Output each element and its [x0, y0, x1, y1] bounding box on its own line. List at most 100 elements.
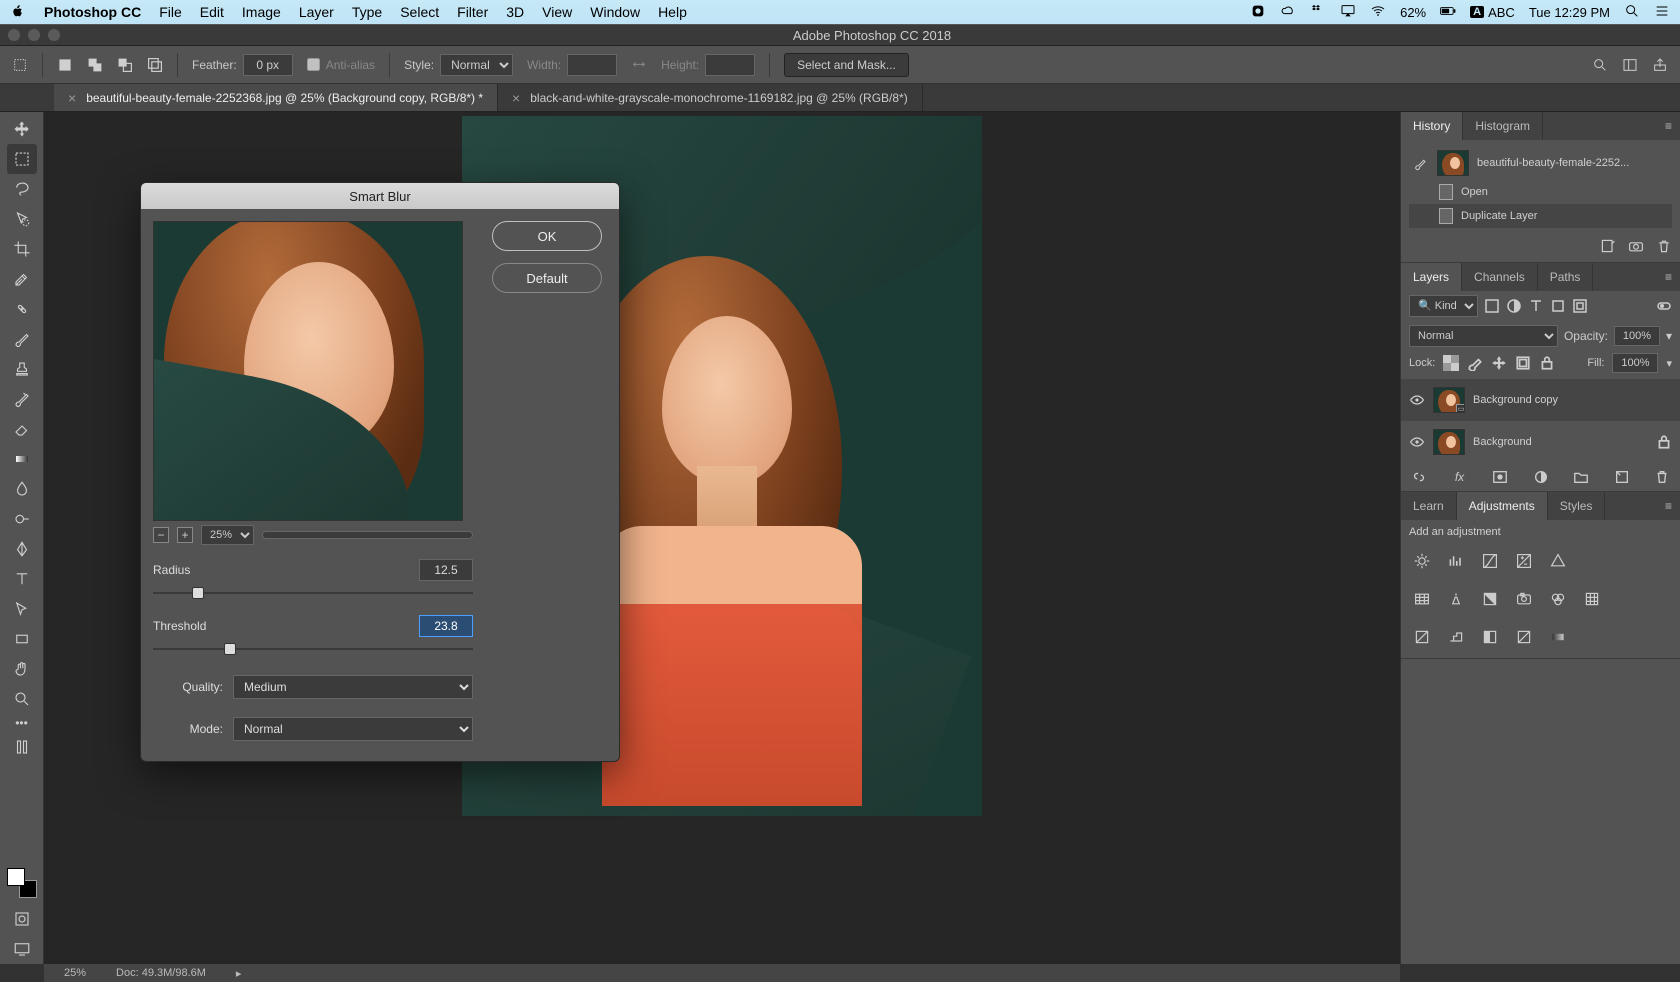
levels-icon[interactable] — [1445, 550, 1467, 572]
quick-select-tool-icon[interactable] — [7, 204, 37, 234]
app-name[interactable]: Photoshop CC — [44, 4, 141, 20]
tab-channels[interactable]: Channels — [1462, 263, 1538, 291]
menu-layer[interactable]: Layer — [299, 4, 334, 20]
menu-image[interactable]: Image — [242, 4, 281, 20]
status-chevron-icon[interactable]: ▸ — [236, 967, 242, 980]
photo-filter-icon[interactable] — [1513, 588, 1535, 610]
vibrance-icon[interactable] — [1547, 550, 1569, 572]
new-layer-icon[interactable] — [1614, 469, 1630, 485]
ok-button[interactable]: OK — [492, 221, 602, 251]
bw-icon[interactable] — [1479, 588, 1501, 610]
blend-mode-select[interactable]: Normal — [1409, 325, 1558, 347]
crop-tool-icon[interactable] — [7, 234, 37, 264]
spotlight-icon[interactable] — [1624, 3, 1640, 22]
layer-thumbnail[interactable]: ▭ — [1433, 387, 1465, 413]
menu-window[interactable]: Window — [590, 4, 640, 20]
filter-shape-icon[interactable] — [1550, 298, 1566, 314]
menu-select[interactable]: Select — [400, 4, 439, 20]
doc-tab-1[interactable]: ×beautiful-beauty-female-2252368.jpg @ 2… — [54, 84, 498, 111]
adjustment-layer-icon[interactable] — [1533, 469, 1549, 485]
layer-thumbnail[interactable] — [1433, 429, 1465, 455]
link-layers-icon[interactable] — [1411, 469, 1427, 485]
default-button[interactable]: Default — [492, 263, 602, 293]
creative-cloud-icon[interactable] — [1280, 3, 1296, 22]
style-select[interactable]: Normal — [440, 54, 513, 76]
menu-filter[interactable]: Filter — [457, 4, 488, 20]
layer-name[interactable]: Background copy — [1473, 394, 1558, 406]
quality-select[interactable]: Medium — [233, 675, 473, 699]
eyedropper-tool-icon[interactable] — [7, 264, 37, 294]
curves-icon[interactable] — [1479, 550, 1501, 572]
workspace-switcher-icon[interactable] — [1622, 57, 1638, 73]
zoom-in-button[interactable]: + — [177, 527, 193, 543]
wifi-icon[interactable] — [1370, 3, 1386, 22]
lock-position-icon[interactable] — [1491, 355, 1507, 371]
posterize-icon[interactable] — [1445, 626, 1467, 648]
menu-3d[interactable]: 3D — [506, 4, 524, 20]
tab-history[interactable]: History — [1401, 112, 1463, 140]
menu-view[interactable]: View — [542, 4, 572, 20]
dodge-tool-icon[interactable] — [7, 504, 37, 534]
dialog-preview[interactable] — [153, 221, 463, 521]
doc-tab-2[interactable]: ×black-and-white-grayscale-monochrome-11… — [498, 84, 923, 111]
close-icon[interactable]: × — [68, 90, 76, 106]
apple-icon[interactable] — [10, 3, 26, 22]
zoom-out-button[interactable]: − — [153, 527, 169, 543]
history-snapshot[interactable]: beautiful-beauty-female-2252... — [1409, 146, 1672, 180]
history-brush-tool-icon[interactable] — [7, 384, 37, 414]
mode-select[interactable]: Normal — [233, 717, 473, 741]
color-lookup-icon[interactable] — [1581, 588, 1603, 610]
threshold-slider[interactable] — [153, 641, 473, 657]
mask-icon[interactable] — [1492, 469, 1508, 485]
trash-icon[interactable] — [1654, 469, 1670, 485]
status-doc-size[interactable]: Doc: 49.3M/98.6M — [116, 967, 206, 979]
layer-name[interactable]: Background — [1473, 436, 1532, 448]
marquee-tool-icon[interactable] — [7, 144, 37, 174]
menu-type[interactable]: Type — [352, 4, 382, 20]
blur-tool-icon[interactable] — [7, 474, 37, 504]
tab-learn[interactable]: Learn — [1401, 492, 1457, 520]
menu-help[interactable]: Help — [658, 4, 687, 20]
brightness-icon[interactable] — [1411, 550, 1433, 572]
group-icon[interactable] — [1573, 469, 1589, 485]
edit-toolbar-icon[interactable] — [7, 732, 37, 762]
new-snapshot-icon[interactable] — [1628, 238, 1644, 254]
layer-row-bg-copy[interactable]: ▭ Background copy — [1401, 379, 1680, 421]
rectangle-tool-icon[interactable] — [7, 624, 37, 654]
new-selection-icon[interactable] — [57, 57, 73, 73]
color-balance-icon[interactable] — [1445, 588, 1467, 610]
more-tools-icon[interactable]: ••• — [7, 714, 37, 732]
visibility-icon[interactable] — [1409, 392, 1425, 408]
status-zoom[interactable]: 25% — [64, 967, 86, 979]
input-source-icon[interactable]: AABC — [1470, 5, 1515, 20]
menu-edit[interactable]: Edit — [200, 4, 224, 20]
move-tool-icon[interactable] — [7, 114, 37, 144]
pen-tool-icon[interactable] — [7, 534, 37, 564]
radius-slider[interactable] — [153, 585, 473, 601]
gradient-map-icon[interactable] — [1547, 626, 1569, 648]
new-doc-from-state-icon[interactable] — [1600, 238, 1616, 254]
fill-input[interactable] — [1612, 353, 1658, 373]
tool-preset-icon[interactable] — [12, 57, 28, 73]
quick-mask-icon[interactable] — [7, 904, 37, 934]
opacity-input[interactable] — [1614, 326, 1660, 346]
tab-layers[interactable]: Layers — [1401, 263, 1462, 291]
fx-icon[interactable]: fx — [1452, 469, 1468, 485]
invert-icon[interactable] — [1411, 626, 1433, 648]
hue-sat-icon[interactable] — [1411, 588, 1433, 610]
hand-tool-icon[interactable] — [7, 654, 37, 684]
lasso-tool-icon[interactable] — [7, 174, 37, 204]
channel-mixer-icon[interactable] — [1547, 588, 1569, 610]
close-icon[interactable]: × — [512, 90, 520, 106]
type-tool-icon[interactable] — [7, 564, 37, 594]
filter-toggle-icon[interactable] — [1656, 298, 1672, 314]
color-swatches[interactable] — [7, 868, 37, 898]
tab-adjustments[interactable]: Adjustments — [1457, 492, 1548, 520]
clock[interactable]: Tue 12:29 PM — [1529, 5, 1610, 20]
brush-tool-icon[interactable] — [7, 324, 37, 354]
intersect-selection-icon[interactable] — [147, 57, 163, 73]
dropbox-icon[interactable] — [1310, 3, 1326, 22]
lock-artboard-icon[interactable] — [1515, 355, 1531, 371]
threshold-input[interactable] — [419, 615, 473, 637]
panel-menu-icon[interactable]: ≡ — [1657, 492, 1680, 520]
